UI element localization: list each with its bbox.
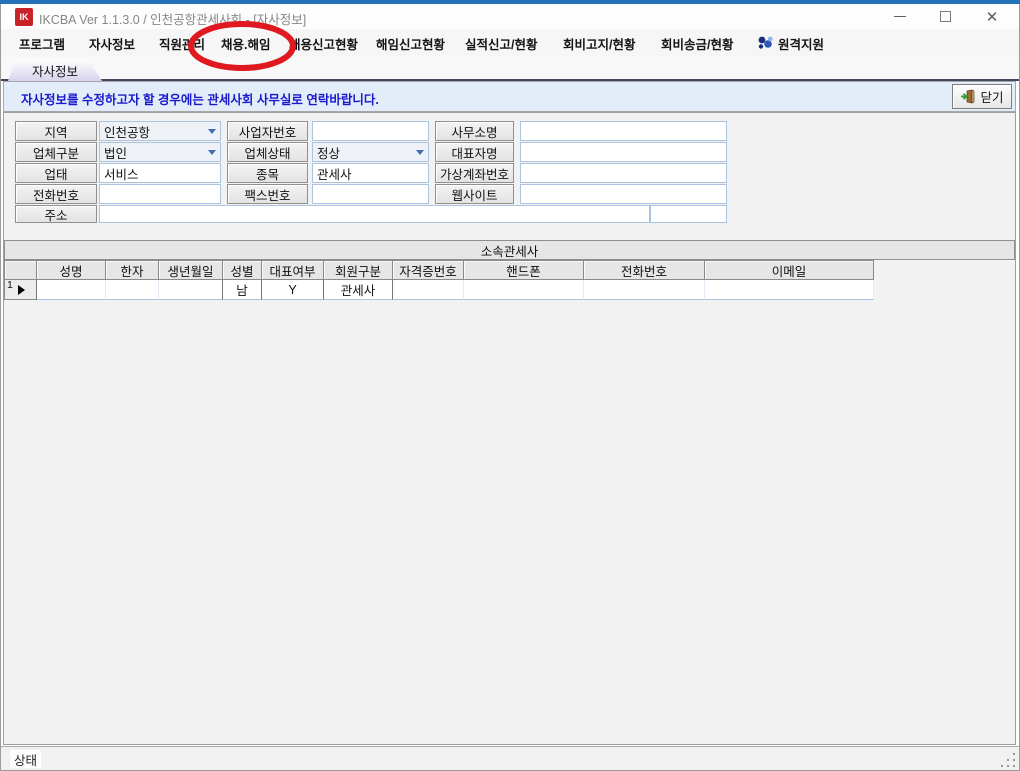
members-group-header: 소속관세사 xyxy=(4,240,1015,260)
address-input[interactable] xyxy=(99,205,650,223)
tab-strip: 자사정보 xyxy=(1,57,1019,81)
minimize-button[interactable] xyxy=(885,4,915,29)
label-business-no: 사업자번호 xyxy=(227,121,308,141)
maximize-button[interactable] xyxy=(930,4,960,29)
label-business-item: 종목 xyxy=(227,163,308,183)
notice-bar: 자사정보를 수정하고자 할 경우에는 관세사회 사무실로 연락바랍니다. 닫기 xyxy=(3,81,1016,112)
menu-hire-report[interactable]: 채용신고현황 xyxy=(289,29,358,57)
status-bar: 상태 xyxy=(1,746,1019,770)
resize-grip[interactable] xyxy=(999,751,1015,767)
app-logo-icon: IK xyxy=(15,8,33,26)
menu-remote-support[interactable]: 원격지원 xyxy=(757,29,824,57)
menu-dues-transfer[interactable]: 회비송금/현황 xyxy=(661,29,733,57)
menu-staff-mgmt[interactable]: 직원관리 xyxy=(159,29,205,57)
chevron-down-icon xyxy=(204,129,220,134)
window-title: IKCBA Ver 1.1.3.0 / 인천공항관세사회 - [자사정보] xyxy=(39,9,306,28)
cell-member-type: 관세사 xyxy=(324,280,393,300)
label-company-type: 업체구분 xyxy=(15,142,97,162)
current-record-icon xyxy=(18,285,25,295)
title-bar: IK IKCBA Ver 1.1.3.0 / 인천공항관세사회 - [자사정보]… xyxy=(1,4,1019,29)
menu-program[interactable]: 프로그램 xyxy=(19,29,65,57)
row-selector-cell[interactable]: 1 xyxy=(5,280,37,300)
minimize-icon xyxy=(894,16,906,17)
label-region: 지역 xyxy=(15,121,97,141)
members-grid-header: 성명 한자 생년월일 성별 대표여부 회원구분 자격증번호 핸드폰 전화번호 이… xyxy=(4,260,874,280)
cell-birthdate xyxy=(159,280,223,300)
ceo-name-input[interactable] xyxy=(520,142,727,162)
virtual-account-input[interactable] xyxy=(520,163,727,183)
col-gender: 성별 xyxy=(223,260,262,280)
col-hanja: 한자 xyxy=(106,260,159,280)
status-label: 상태 xyxy=(10,750,41,768)
close-button[interactable]: ✕ xyxy=(977,4,1007,29)
address-extra-input[interactable] xyxy=(650,205,727,223)
cell-is-rep: Y xyxy=(262,280,324,300)
label-virtual-account: 가상계좌번호 xyxy=(435,163,514,183)
close-view-label: 닫기 xyxy=(980,87,1003,106)
cell-name xyxy=(37,280,106,300)
close-icon: ✕ xyxy=(986,8,999,26)
menu-hire-dismiss[interactable]: 채용.해임 xyxy=(221,29,270,57)
label-business-kind: 업태 xyxy=(15,163,97,183)
row-number: 1 xyxy=(7,281,13,290)
menu-remote-support-label: 원격지원 xyxy=(778,34,824,53)
col-name: 성명 xyxy=(37,260,106,280)
company-type-select[interactable]: 법인 xyxy=(99,142,221,162)
table-row[interactable]: 1 남 Y 관세사 xyxy=(4,280,874,300)
label-company-status: 업체상태 xyxy=(227,142,308,162)
business-item-input[interactable] xyxy=(312,163,429,183)
col-mobile: 핸드폰 xyxy=(464,260,584,280)
menu-dues-notice[interactable]: 회비고지/현황 xyxy=(563,29,635,57)
label-address: 주소 xyxy=(15,205,97,223)
col-phone: 전화번호 xyxy=(584,260,705,280)
cell-mobile xyxy=(464,280,584,300)
label-website: 웹사이트 xyxy=(435,184,514,204)
maximize-icon xyxy=(940,11,951,22)
app-window: IK IKCBA Ver 1.1.3.0 / 인천공항관세사회 - [자사정보]… xyxy=(0,0,1020,771)
exit-door-icon xyxy=(960,89,976,105)
menu-performance[interactable]: 실적신고/현황 xyxy=(465,29,537,57)
company-status-value: 정상 xyxy=(313,143,412,162)
cell-email xyxy=(705,280,874,300)
close-view-button[interactable]: 닫기 xyxy=(952,84,1012,109)
cell-license-no xyxy=(393,280,464,300)
col-license-no: 자격증번호 xyxy=(393,260,464,280)
label-phone: 전화번호 xyxy=(15,184,97,204)
col-rownum xyxy=(4,260,37,280)
cell-gender: 남 xyxy=(223,280,262,300)
menu-dismiss-report[interactable]: 해임신고현황 xyxy=(376,29,445,57)
label-ceo-name: 대표자명 xyxy=(435,142,514,162)
col-birthdate: 생년월일 xyxy=(159,260,223,280)
office-name-input[interactable] xyxy=(520,121,727,141)
label-office-name: 사무소명 xyxy=(435,121,514,141)
label-fax: 팩스번호 xyxy=(227,184,308,204)
phone-input[interactable] xyxy=(99,184,221,204)
col-member-type: 회원구분 xyxy=(324,260,393,280)
remote-support-icon xyxy=(757,35,774,51)
region-value: 인천공항 xyxy=(100,122,204,141)
region-select[interactable]: 인천공항 xyxy=(99,121,221,141)
business-no-input[interactable] xyxy=(312,121,429,141)
tab-company-info[interactable]: 자사정보 xyxy=(8,59,102,81)
menu-company-info[interactable]: 자사정보 xyxy=(89,29,135,57)
chevron-down-icon xyxy=(204,150,220,155)
chevron-down-icon xyxy=(412,150,428,155)
website-input[interactable] xyxy=(520,184,727,204)
business-kind-input[interactable] xyxy=(99,163,221,183)
cell-phone xyxy=(584,280,705,300)
col-email: 이메일 xyxy=(705,260,874,280)
notice-message: 자사정보를 수정하고자 할 경우에는 관세사회 사무실로 연락바랍니다. xyxy=(21,89,379,108)
fax-input[interactable] xyxy=(312,184,429,204)
company-type-value: 법인 xyxy=(100,143,204,162)
col-is-rep: 대표여부 xyxy=(262,260,324,280)
menu-bar: 프로그램 자사정보 직원관리 채용.해임 채용신고현황 해임신고현황 실적신고/… xyxy=(1,29,1019,57)
company-status-select[interactable]: 정상 xyxy=(312,142,429,162)
cell-hanja xyxy=(106,280,159,300)
